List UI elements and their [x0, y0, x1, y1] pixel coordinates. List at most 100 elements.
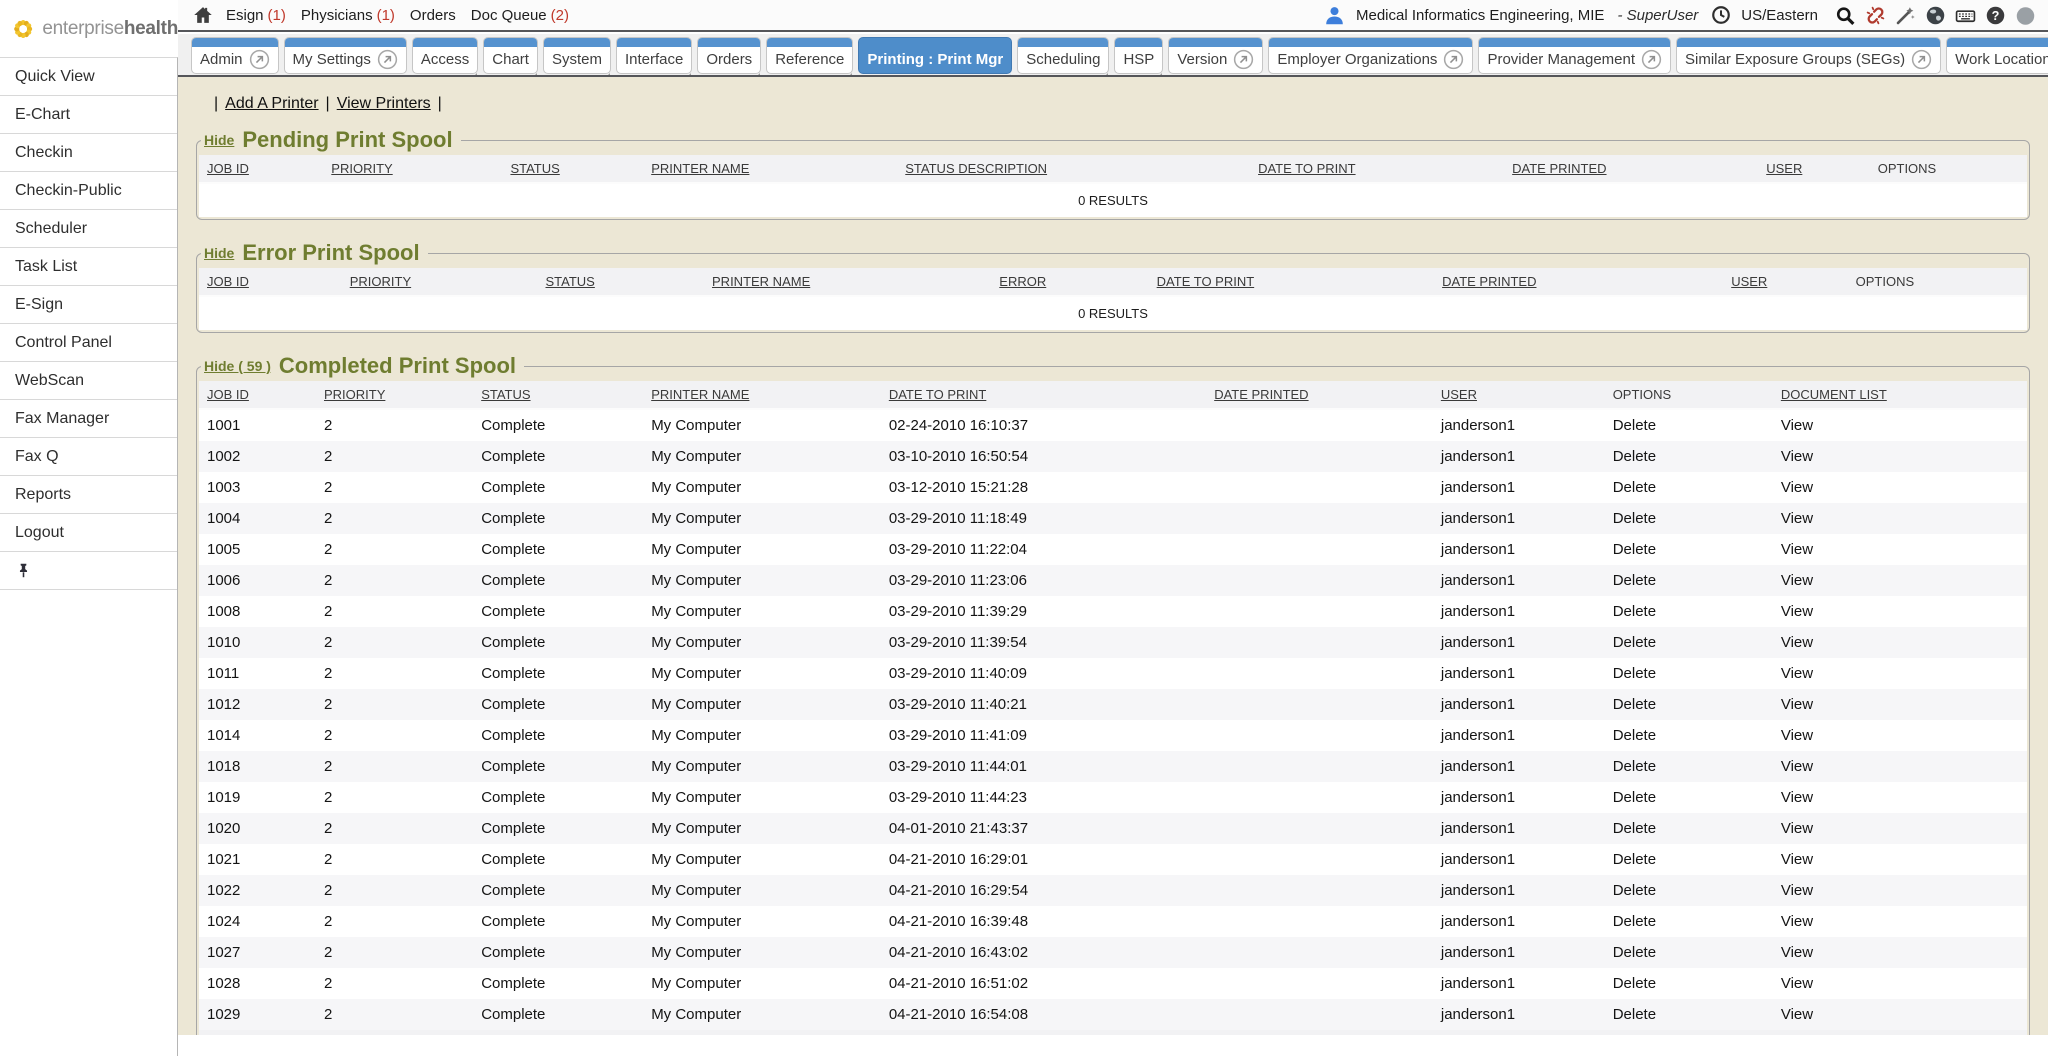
tab-chart[interactable]: Chart	[483, 37, 538, 74]
delete-link[interactable]: Delete	[1613, 1006, 1656, 1023]
sidebar-item-e-sign[interactable]: E-Sign	[0, 286, 177, 324]
column-header-date-printed[interactable]: DATE PRINTED	[1504, 155, 1758, 183]
view-link[interactable]: View	[1781, 851, 1813, 868]
column-header-printer-name[interactable]: PRINTER NAME	[643, 155, 897, 183]
delete-link[interactable]: Delete	[1613, 975, 1656, 992]
delete-link[interactable]: Delete	[1613, 479, 1656, 496]
tab-employer-organizations[interactable]: Employer Organizations	[1268, 37, 1473, 74]
keyboard-icon[interactable]	[1955, 5, 1976, 26]
column-header-error[interactable]: ERROR	[991, 268, 1148, 296]
search-icon[interactable]	[1835, 5, 1856, 26]
delete-link[interactable]: Delete	[1613, 944, 1656, 961]
tab-admin[interactable]: Admin	[191, 37, 279, 74]
nav-link-physicians[interactable]: Physicians(1)	[301, 7, 395, 24]
view-link[interactable]: View	[1781, 913, 1813, 930]
sidebar-item-logout[interactable]: Logout	[0, 514, 177, 552]
tab-work-locations[interactable]: Work Locations	[1946, 37, 2048, 74]
delete-link[interactable]: Delete	[1613, 448, 1656, 465]
tab-system[interactable]: System	[543, 37, 611, 74]
delete-link[interactable]: Delete	[1613, 417, 1656, 434]
sidebar-item-webscan[interactable]: WebScan	[0, 362, 177, 400]
delete-link[interactable]: Delete	[1613, 758, 1656, 775]
hide-completed-link[interactable]: Hide ( 59 )	[204, 358, 271, 374]
sidebar-item-quick-view[interactable]: Quick View	[0, 58, 177, 96]
column-header-printer-name[interactable]: PRINTER NAME	[643, 381, 881, 409]
tab-reference[interactable]: Reference	[766, 37, 853, 74]
view-link[interactable]: View	[1781, 572, 1813, 589]
column-header-priority[interactable]: PRIORITY	[316, 381, 473, 409]
delete-link[interactable]: Delete	[1613, 572, 1656, 589]
tab-access[interactable]: Access	[412, 37, 478, 74]
sidebar-item-checkin[interactable]: Checkin	[0, 134, 177, 172]
sidebar-item-reports[interactable]: Reports	[0, 476, 177, 514]
column-header-job-id[interactable]: JOB ID	[199, 381, 316, 409]
tab-interface[interactable]: Interface	[616, 37, 692, 74]
column-header-job-id[interactable]: JOB ID	[199, 268, 342, 296]
sidebar-item-scheduler[interactable]: Scheduler	[0, 210, 177, 248]
column-header-user[interactable]: USER	[1723, 268, 1847, 296]
view-link[interactable]: View	[1781, 665, 1813, 682]
column-header-date-to-print[interactable]: DATE TO PRINT	[881, 381, 1206, 409]
tab-similar-exposure-groups-segs[interactable]: Similar Exposure Groups (SEGs)	[1676, 37, 1941, 74]
column-header-job-id[interactable]: JOB ID	[199, 155, 323, 183]
home-icon[interactable]	[192, 5, 214, 25]
view-link[interactable]: View	[1781, 417, 1813, 434]
column-header-status[interactable]: STATUS	[473, 381, 643, 409]
tab-orders[interactable]: Orders	[697, 37, 761, 74]
column-header-printer-name[interactable]: PRINTER NAME	[704, 268, 991, 296]
sidebar-item-fax-manager[interactable]: Fax Manager	[0, 400, 177, 438]
column-header-date-printed[interactable]: DATE PRINTED	[1434, 268, 1723, 296]
hide-pending-link[interactable]: Hide	[204, 132, 234, 148]
delete-link[interactable]: Delete	[1613, 820, 1656, 837]
view-link[interactable]: View	[1781, 479, 1813, 496]
sidebar-item-control-panel[interactable]: Control Panel	[0, 324, 177, 362]
tab-version[interactable]: Version	[1168, 37, 1263, 74]
delete-link[interactable]: Delete	[1613, 882, 1656, 899]
view-link[interactable]: View	[1781, 696, 1813, 713]
column-header-date-to-print[interactable]: DATE TO PRINT	[1250, 155, 1504, 183]
add-a-printer-link[interactable]: Add A Printer	[225, 95, 318, 112]
wand-icon[interactable]	[1895, 5, 1916, 26]
column-header-status[interactable]: STATUS	[502, 155, 643, 183]
delete-link[interactable]: Delete	[1613, 541, 1656, 558]
column-header-priority[interactable]: PRIORITY	[323, 155, 502, 183]
delete-link[interactable]: Delete	[1613, 603, 1656, 620]
nav-link-orders[interactable]: Orders	[410, 7, 456, 24]
sidebar-item-e-chart[interactable]: E-Chart	[0, 96, 177, 134]
delete-link[interactable]: Delete	[1613, 851, 1656, 868]
tab-provider-management[interactable]: Provider Management	[1478, 37, 1671, 74]
column-header-status-description[interactable]: STATUS DESCRIPTION	[897, 155, 1250, 183]
sidebar-item-fax-q[interactable]: Fax Q	[0, 438, 177, 476]
column-header-document-list[interactable]: DOCUMENT LIST	[1773, 381, 2027, 409]
delete-link[interactable]: Delete	[1613, 634, 1656, 651]
column-header-priority[interactable]: PRIORITY	[342, 268, 538, 296]
view-link[interactable]: View	[1781, 975, 1813, 992]
delete-link[interactable]: Delete	[1613, 789, 1656, 806]
delete-link[interactable]: Delete	[1613, 665, 1656, 682]
view-link[interactable]: View	[1781, 541, 1813, 558]
nav-link-esign[interactable]: Esign(1)	[226, 7, 286, 24]
column-header-date-printed[interactable]: DATE PRINTED	[1206, 381, 1433, 409]
view-link[interactable]: View	[1781, 448, 1813, 465]
delete-link[interactable]: Delete	[1613, 913, 1656, 930]
tab-scheduling[interactable]: Scheduling	[1017, 37, 1109, 74]
tab-hsp[interactable]: HSP	[1114, 37, 1163, 74]
broken-link-icon[interactable]	[1865, 5, 1886, 26]
view-printers-link[interactable]: View Printers	[337, 95, 431, 112]
sidebar-item-task-list[interactable]: Task List	[0, 248, 177, 286]
column-header-user[interactable]: USER	[1758, 155, 1870, 183]
view-link[interactable]: View	[1781, 603, 1813, 620]
sidebar-item-checkin-public[interactable]: Checkin-Public	[0, 172, 177, 210]
view-link[interactable]: View	[1781, 789, 1813, 806]
globe-icon[interactable]	[1925, 5, 1946, 26]
view-link[interactable]: View	[1781, 1006, 1813, 1023]
delete-link[interactable]: Delete	[1613, 696, 1656, 713]
view-link[interactable]: View	[1781, 510, 1813, 527]
hide-error-link[interactable]: Hide	[204, 245, 234, 261]
delete-link[interactable]: Delete	[1613, 727, 1656, 744]
view-link[interactable]: View	[1781, 882, 1813, 899]
view-link[interactable]: View	[1781, 820, 1813, 837]
column-header-user[interactable]: USER	[1433, 381, 1605, 409]
view-link[interactable]: View	[1781, 634, 1813, 651]
delete-link[interactable]: Delete	[1613, 510, 1656, 527]
